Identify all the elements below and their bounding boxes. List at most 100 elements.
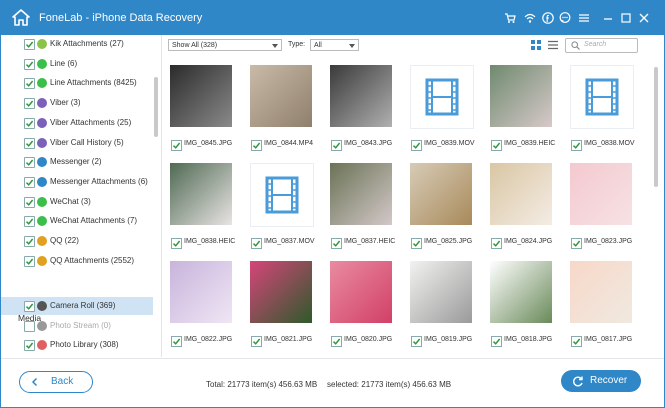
photo-thumbnail[interactable] <box>330 65 392 127</box>
checkbox[interactable] <box>171 140 182 151</box>
media-tile[interactable]: IMG_0825.JPG <box>405 157 485 257</box>
sidebar-item[interactable]: Viber Attachments (25) <box>1 114 153 132</box>
search-input[interactable]: Search <box>565 38 638 53</box>
photo-thumbnail[interactable] <box>170 261 232 323</box>
checkbox[interactable] <box>24 117 35 129</box>
media-tile[interactable]: IMG_0820.JPG <box>325 255 405 355</box>
checkbox[interactable] <box>24 255 35 267</box>
checkbox[interactable] <box>24 39 35 50</box>
sidebar-item[interactable]: Viber (3) <box>1 94 153 112</box>
checkbox[interactable] <box>491 336 502 347</box>
sidebar-item[interactable]: Camera Roll (369) <box>1 297 153 315</box>
sidebar-item[interactable]: QQ (22) <box>1 232 153 250</box>
checkbox[interactable] <box>24 340 35 352</box>
checkbox[interactable] <box>24 58 35 70</box>
photo-thumbnail[interactable] <box>250 261 312 323</box>
photo-thumbnail[interactable] <box>410 261 472 323</box>
checkbox[interactable] <box>24 98 35 110</box>
media-tile[interactable]: IMG_0838.HEIC <box>165 157 245 257</box>
sidebar-item[interactable]: Photo Library (308) <box>1 336 153 354</box>
sidebar-item[interactable]: Kik Attachments (27) <box>1 35 153 53</box>
media-tile[interactable]: IMG_0838.MOV <box>565 59 645 159</box>
media-tile[interactable]: IMG_0837.MOV <box>245 157 325 257</box>
checkbox[interactable] <box>251 238 262 249</box>
checkbox[interactable] <box>251 336 262 347</box>
grid-scrollbar[interactable] <box>652 57 661 357</box>
media-tile[interactable]: IMG_0823.JPG <box>565 157 645 257</box>
media-tile[interactable]: IMG_0839.HEIC <box>485 59 565 159</box>
checkbox[interactable] <box>24 137 35 149</box>
maximize-icon[interactable] <box>620 12 632 24</box>
checkbox[interactable] <box>491 140 502 151</box>
media-tile[interactable]: IMG_0819.JPG <box>405 255 485 355</box>
sidebar-item[interactable]: QQ Attachments (2552) <box>1 252 153 270</box>
photo-thumbnail[interactable] <box>490 65 552 127</box>
sidebar-scrollbar[interactable] <box>154 77 158 137</box>
media-tile[interactable]: IMG_0818.JPG <box>485 255 565 355</box>
sidebar-item[interactable]: Messenger Attachments (6) <box>1 173 153 191</box>
media-tile[interactable]: IMG_0845.JPG <box>165 59 245 159</box>
photo-thumbnail[interactable] <box>490 163 552 225</box>
photo-thumbnail[interactable] <box>170 65 232 127</box>
photo-thumbnail[interactable] <box>570 261 632 323</box>
video-thumbnail[interactable] <box>410 65 474 129</box>
wifi-icon[interactable] <box>524 12 536 24</box>
checkbox[interactable] <box>24 157 35 169</box>
photo-thumbnail[interactable] <box>330 163 392 225</box>
close-icon[interactable] <box>638 12 650 24</box>
checkbox[interactable] <box>24 176 35 188</box>
sidebar-item[interactable]: Viber Call History (5) <box>1 134 153 152</box>
video-thumbnail[interactable] <box>250 163 314 227</box>
recover-button[interactable]: Recover <box>561 370 641 392</box>
sidebar-item[interactable]: WeChat (3) <box>1 193 153 211</box>
sidebar-item[interactable]: Messenger (2) <box>1 153 153 171</box>
media-tile[interactable]: IMG_0839.MOV <box>405 59 485 159</box>
checkbox[interactable] <box>411 140 422 151</box>
sidebar-item[interactable]: Photo Stream (0) <box>1 317 153 335</box>
facebook-icon[interactable] <box>542 12 554 24</box>
home-icon[interactable] <box>12 9 30 27</box>
media-tile[interactable]: IMG_0837.HEIC <box>325 157 405 257</box>
photo-thumbnail[interactable] <box>410 163 472 225</box>
minimize-icon[interactable] <box>602 12 614 24</box>
type-select[interactable]: All <box>310 39 359 51</box>
checkbox[interactable] <box>331 336 342 347</box>
photo-thumbnail[interactable] <box>250 65 312 127</box>
chat-icon[interactable] <box>559 12 571 24</box>
list-view-icon[interactable] <box>547 39 559 51</box>
checkbox[interactable] <box>571 238 582 249</box>
back-button[interactable]: Back <box>19 371 93 393</box>
checkbox[interactable] <box>331 140 342 151</box>
grid-view-icon[interactable] <box>530 39 542 51</box>
checkbox[interactable] <box>24 78 35 90</box>
media-tile[interactable]: IMG_0821.JPG <box>245 255 325 355</box>
sidebar-item[interactable]: Line Attachments (8425) <box>1 74 153 92</box>
checkbox[interactable] <box>411 336 422 347</box>
checkbox[interactable] <box>171 336 182 347</box>
media-tile[interactable]: IMG_0822.JPG <box>165 255 245 355</box>
checkbox[interactable] <box>24 320 35 332</box>
sidebar-item[interactable]: WeChat Attachments (7) <box>1 212 153 230</box>
checkbox[interactable] <box>331 238 342 249</box>
photo-thumbnail[interactable] <box>330 261 392 323</box>
photo-thumbnail[interactable] <box>170 163 232 225</box>
checkbox[interactable] <box>571 140 582 151</box>
checkbox[interactable] <box>24 196 35 208</box>
photo-thumbnail[interactable] <box>490 261 552 323</box>
media-tile[interactable]: IMG_0843.JPG <box>325 59 405 159</box>
checkbox[interactable] <box>24 236 35 247</box>
checkbox[interactable] <box>491 238 502 249</box>
photo-thumbnail[interactable] <box>570 163 632 225</box>
checkbox[interactable] <box>251 140 262 151</box>
menu-icon[interactable] <box>578 12 590 24</box>
media-tile[interactable]: IMG_0844.MP4 <box>245 59 325 159</box>
checkbox[interactable] <box>24 216 35 228</box>
sidebar-item[interactable]: Line (6) <box>1 55 153 73</box>
cart-icon[interactable] <box>504 12 516 24</box>
media-tile[interactable]: IMG_0824.JPG <box>485 157 565 257</box>
video-thumbnail[interactable] <box>570 65 634 129</box>
show-filter-select[interactable]: Show All (328) <box>168 39 282 51</box>
checkbox[interactable] <box>24 301 35 312</box>
checkbox[interactable] <box>571 336 582 347</box>
checkbox[interactable] <box>411 238 422 249</box>
